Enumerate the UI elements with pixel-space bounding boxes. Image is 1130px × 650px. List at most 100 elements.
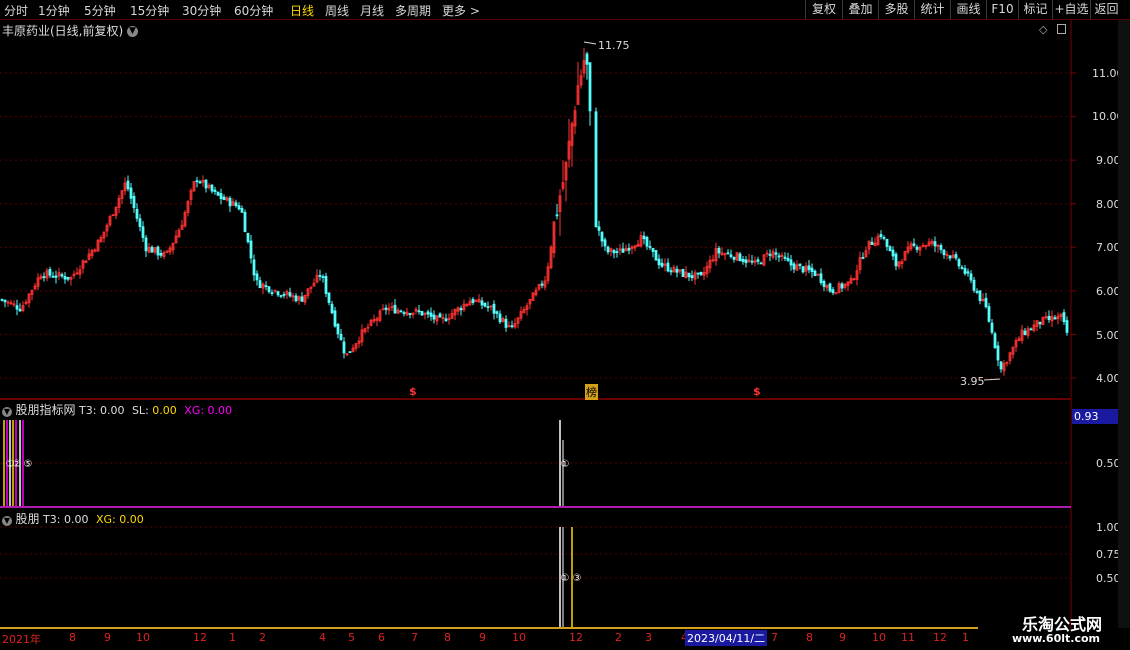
date-tick: 2	[615, 631, 622, 644]
low-arrow	[983, 378, 1001, 381]
candle-body	[891, 249, 895, 257]
candle-body	[681, 269, 685, 277]
watermark-url: www.60lt.com	[1011, 632, 1100, 645]
diamond-icon[interactable]: ◇	[1039, 23, 1047, 36]
panel-toggle-icon[interactable]	[1057, 24, 1066, 34]
candle-body	[792, 263, 796, 270]
candle-body	[66, 276, 70, 280]
low-price-label: 3.95	[960, 375, 985, 388]
candle-body	[666, 262, 670, 272]
candle-body	[3, 299, 7, 303]
candle-body	[138, 218, 142, 227]
candle-body	[420, 311, 424, 316]
candle-body	[60, 274, 64, 277]
candle-body	[642, 235, 646, 240]
price-tick: 7.00	[1096, 241, 1121, 254]
candle-body	[228, 197, 232, 207]
candle-body	[885, 238, 889, 247]
dragon-tiger-marker[interactable]: 榜	[585, 384, 598, 400]
price-tick: 5.00	[1096, 329, 1121, 342]
candle-body	[675, 268, 679, 273]
candle-body	[15, 305, 19, 310]
date-bar	[0, 627, 978, 629]
candle-body	[888, 246, 892, 252]
candle-body	[768, 253, 772, 256]
candle-body	[690, 275, 694, 279]
indicator1-name: 股朋指标网	[15, 403, 76, 417]
candle-body	[300, 296, 304, 302]
candle-body	[243, 211, 247, 233]
candle-body	[339, 333, 343, 341]
candle-body	[246, 232, 250, 243]
date-tick: 6	[378, 631, 385, 644]
candle-body	[954, 254, 958, 259]
candle-body	[429, 312, 433, 317]
date-tick: 3	[645, 631, 652, 644]
stock-title[interactable]: 丰原药业(日线,前复权) ▼	[2, 22, 139, 39]
indicator1-signal-label: ②	[13, 459, 22, 470]
candle-body	[915, 246, 919, 250]
candle-body	[732, 256, 736, 260]
candle-body	[606, 246, 610, 253]
candle-body	[1065, 320, 1069, 333]
candle-body	[279, 295, 283, 297]
indicator2-axis-tick: 0.50	[1096, 572, 1121, 585]
candle-body	[498, 313, 502, 323]
candle-body	[585, 53, 589, 65]
candle-body	[615, 251, 619, 253]
candle-body	[492, 303, 496, 314]
chevron-down-icon[interactable]: ▼	[2, 516, 12, 526]
candle-body	[912, 243, 916, 246]
chevron-down-icon[interactable]: ▼	[127, 26, 139, 37]
candle-body	[882, 237, 886, 239]
candle-body	[597, 226, 601, 231]
candle-body	[957, 259, 961, 267]
candle-body	[738, 253, 742, 262]
indicator2-t3: 0.00	[63, 513, 89, 526]
candle-body	[1047, 315, 1051, 321]
candle-body	[417, 310, 421, 313]
high-price-label: 11.75	[598, 39, 630, 52]
date-tick: 10	[872, 631, 886, 644]
candle-body	[471, 298, 475, 303]
indicator1-header[interactable]: ▼ 股朋指标网 T3: 0.00 SL: 0.00 XG: 0.00	[2, 401, 232, 418]
date-tick: 12	[193, 631, 207, 644]
candle-body	[969, 273, 973, 281]
candle-body	[159, 252, 163, 256]
candle-body	[510, 325, 514, 328]
candle-body	[432, 314, 436, 320]
indicator1-sl-label: SL:	[131, 404, 149, 417]
date-tick: 9	[104, 631, 111, 644]
candle-body	[195, 180, 199, 183]
date-tick: 7	[771, 631, 778, 644]
candle-body	[621, 248, 625, 253]
date-tick: 2021年	[2, 633, 41, 646]
indicator2-axis-tick: 0.75	[1096, 548, 1121, 561]
candle-body	[972, 279, 976, 291]
candle-body	[393, 304, 397, 314]
indicator2-signal-label: ③	[573, 573, 582, 584]
candle-body	[288, 292, 292, 297]
date-tick: 10	[512, 631, 526, 644]
candle-body	[963, 268, 967, 274]
candle-body	[594, 111, 598, 228]
indicator2-header[interactable]: ▼ 股朋 T3: 0.00 XG: 0.00	[2, 510, 144, 527]
indicator1-xg-label: XG:	[184, 404, 205, 417]
candle-body	[603, 239, 607, 247]
kline-chart[interactable]: ①② ⑤ ①① ③	[0, 0, 1130, 650]
stock-title-text: 丰原药业(日线,前复权)	[2, 24, 124, 38]
candle-body	[810, 267, 814, 273]
indicator1-value-badge: 0.93	[1072, 409, 1122, 424]
candle-body	[654, 250, 658, 261]
event-marker[interactable]: $	[409, 385, 417, 398]
date-tick: 5	[348, 631, 355, 644]
chevron-down-icon[interactable]: ▼	[2, 407, 12, 417]
candle-body	[939, 245, 943, 250]
event-marker[interactable]: $	[753, 385, 761, 398]
candle-body	[258, 280, 262, 289]
candle-body	[627, 247, 631, 251]
candle-body	[198, 181, 202, 184]
candle-body	[555, 214, 559, 217]
candle-body	[942, 249, 946, 256]
candle-body	[948, 255, 952, 259]
